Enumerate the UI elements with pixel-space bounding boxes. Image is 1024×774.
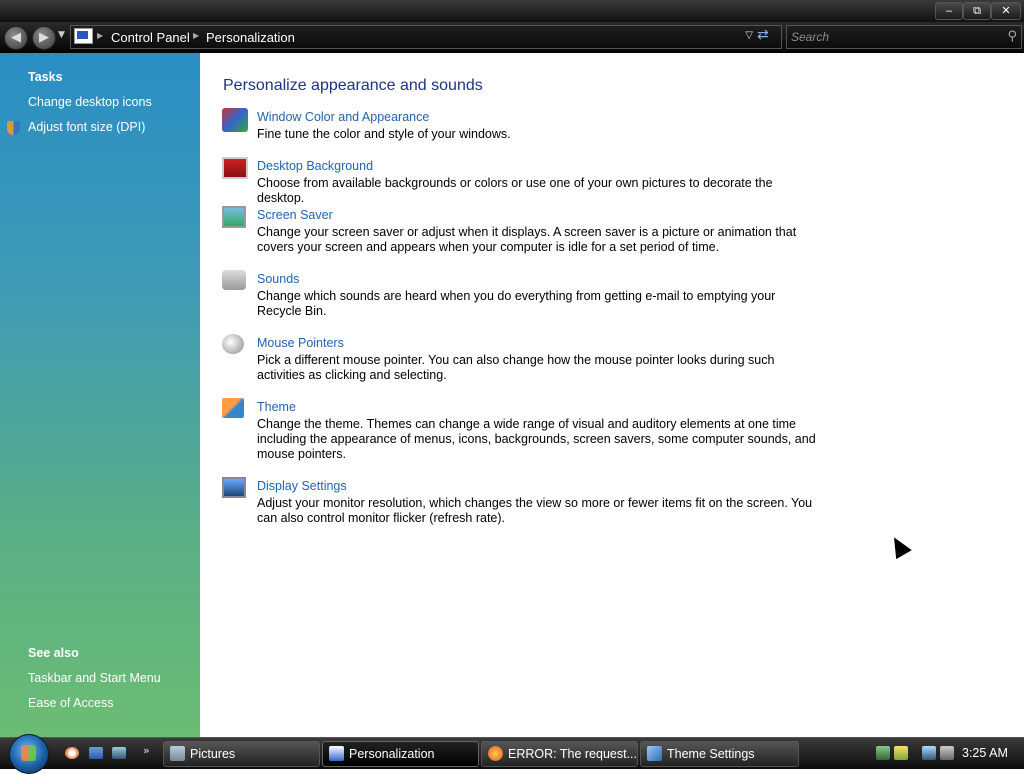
breadcrumb-control-panel[interactable]: Control Panel (111, 30, 190, 45)
item-description: Change which sounds are heard when you d… (257, 289, 776, 318)
address-dropdown-icon[interactable]: ▽ (745, 30, 753, 41)
item-description: Change the theme. Themes can change a wi… (257, 417, 816, 461)
sidebar-link-ease-of-access[interactable]: Ease of Access (28, 696, 113, 710)
folder-icon (170, 746, 185, 761)
theme-link[interactable]: Theme (257, 400, 296, 414)
firefox-quicklaunch-icon[interactable] (65, 747, 79, 759)
breadcrumb-personalization[interactable]: Personalization (206, 30, 295, 45)
switch-windows-icon[interactable] (112, 747, 126, 759)
taskbar-button-theme-settings[interactable]: Theme Settings (640, 741, 799, 767)
item-description: Choose from available backgrounds or col… (257, 176, 773, 205)
address-bar: ◀ ▶ ▼ ▶ Control Panel ▶ Personalization … (0, 22, 1024, 53)
search-box[interactable]: ⚲ (786, 25, 1022, 49)
breadcrumb[interactable]: ▶ Control Panel ▶ Personalization ▽ (70, 25, 782, 49)
window-color-link[interactable]: Window Color and Appearance (257, 110, 429, 124)
start-button[interactable] (9, 734, 49, 774)
maximize-button[interactable]: ⧉ (963, 2, 991, 20)
sounds-icon (222, 270, 246, 290)
see-also-heading: See also (28, 646, 79, 660)
tasks-heading: Tasks (28, 70, 63, 84)
forward-button[interactable]: ▶ (32, 26, 56, 50)
theme-settings-icon (647, 746, 662, 761)
firefox-icon (488, 746, 503, 761)
window-color-icon (222, 108, 248, 132)
item-description: Fine tune the color and style of your wi… (257, 127, 511, 141)
taskbar: » Pictures Personalization ERROR: The re… (0, 734, 1024, 774)
quicklaunch-overflow-icon[interactable]: » (143, 744, 150, 757)
item-description: Pick a different mouse pointer. You can … (257, 353, 775, 382)
item-description: Adjust your monitor resolution, which ch… (257, 496, 813, 525)
sounds-link[interactable]: Sounds (257, 272, 299, 286)
item-description: Change your screen saver or adjust when … (257, 225, 797, 254)
screen-saver-icon (222, 206, 246, 228)
search-input[interactable] (789, 27, 993, 47)
taskbar-button-pictures[interactable]: Pictures (163, 741, 320, 767)
security-tray-icon[interactable] (894, 746, 908, 760)
uac-shield-icon (7, 121, 20, 135)
system-tray: 3:25 AM (872, 742, 1022, 764)
history-dropdown-icon[interactable]: ▼ (58, 30, 65, 40)
mouse-pointers-icon (222, 334, 244, 354)
display-settings-link[interactable]: Display Settings (257, 479, 347, 493)
show-desktop-icon[interactable] (89, 747, 103, 759)
sidebar-link-taskbar-start-menu[interactable]: Taskbar and Start Menu (28, 671, 161, 685)
search-icon[interactable]: ⚲ (1007, 29, 1017, 44)
screen-saver-link[interactable]: Screen Saver (257, 208, 333, 222)
close-button[interactable]: ✕ (991, 2, 1021, 20)
control-panel-icon (74, 28, 93, 44)
sidebar: Tasks Change desktop icons Adjust font s… (0, 53, 200, 737)
mouse-pointers-link[interactable]: Mouse Pointers (257, 336, 344, 350)
refresh-icon[interactable]: ⇄ (757, 27, 769, 43)
connection-tray-icon[interactable] (922, 746, 936, 760)
taskbar-button-firefox[interactable]: ERROR: The request... (481, 741, 638, 767)
volume-muted-icon[interactable] (940, 746, 954, 760)
sidebar-link-adjust-font-size[interactable]: Adjust font size (DPI) (28, 120, 145, 134)
desktop-background-link[interactable]: Desktop Background (257, 159, 373, 173)
breadcrumb-separator-icon[interactable]: ▶ (97, 31, 103, 40)
desktop-background-icon (222, 157, 248, 179)
clock[interactable]: 3:25 AM (962, 746, 1008, 760)
page-title: Personalize appearance and sounds (223, 77, 483, 94)
display-settings-icon (222, 477, 246, 498)
breadcrumb-separator-icon[interactable]: ▶ (193, 31, 199, 40)
network-tray-icon[interactable] (876, 746, 890, 760)
taskbar-button-personalization[interactable]: Personalization (322, 741, 479, 767)
theme-icon (222, 398, 244, 418)
control-panel-icon (329, 746, 344, 761)
title-bar: ‒ ⧉ ✕ (0, 0, 1024, 22)
minimize-button[interactable]: ‒ (935, 2, 963, 20)
back-button[interactable]: ◀ (4, 26, 28, 50)
sidebar-link-change-desktop-icons[interactable]: Change desktop icons (28, 95, 152, 109)
main-content: Personalize appearance and sounds Window… (200, 53, 1024, 737)
